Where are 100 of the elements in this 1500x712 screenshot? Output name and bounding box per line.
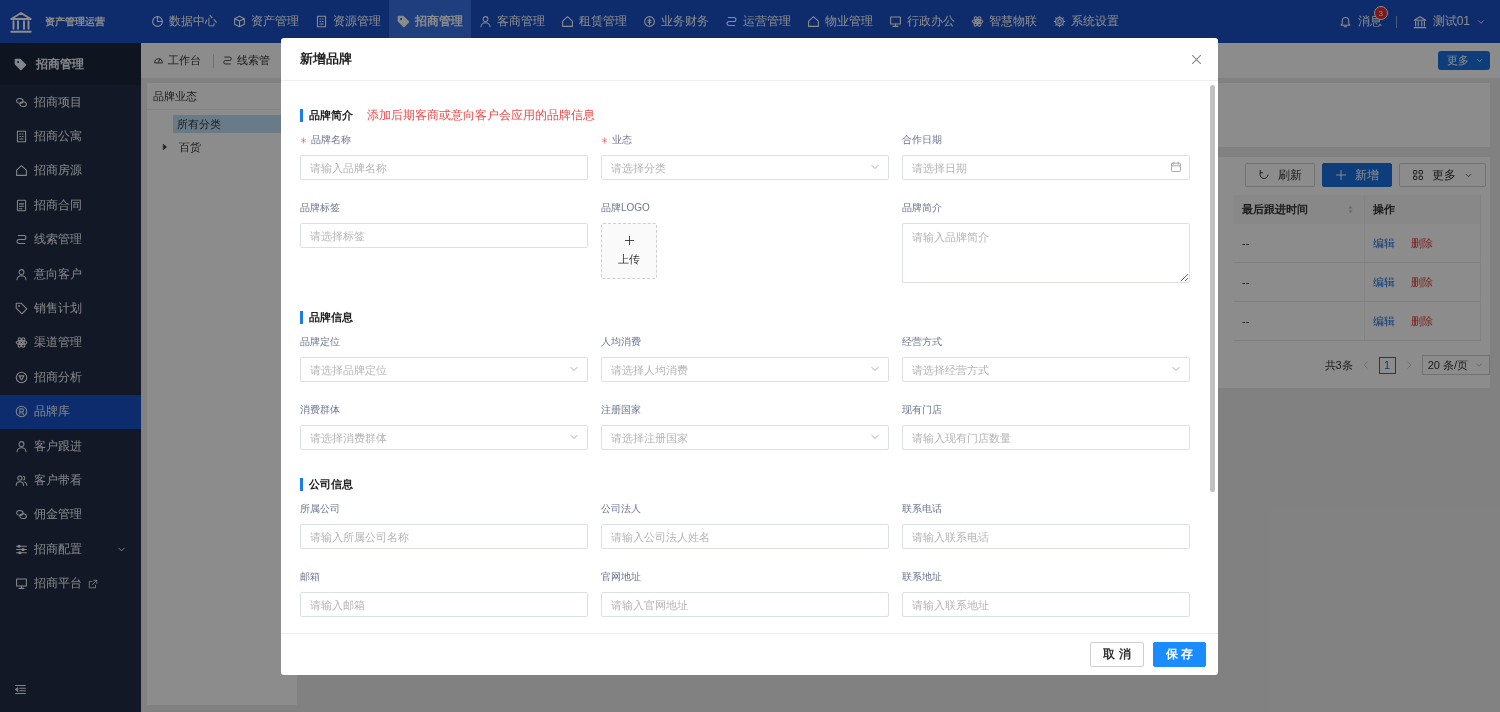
tab[interactable]: 线索管 [222,53,270,68]
nav-item[interactable]: 资产管理 [225,0,307,43]
sidebar-item[interactable]: 渠道管理 [0,325,141,361]
input-field[interactable]: 请输入邮箱 [300,592,588,617]
app-title: 资产管理运营 [45,14,105,29]
input-field[interactable]: 请选择标签 [300,223,588,248]
tag-icon [14,57,27,71]
input-field[interactable]: 请输入现有门店数量 [902,425,1190,450]
dialog-title: 新增品牌 [300,50,352,68]
monitor-icon [15,577,28,591]
nav-item[interactable]: 智慧物联 [963,0,1045,43]
grid-icon [1412,169,1424,181]
sidebar-item[interactable]: 品牌库 [0,394,141,429]
house-icon [15,164,28,178]
pie-chart-icon [151,15,164,28]
delete-link[interactable]: 删除 [1411,313,1433,329]
route-icon [15,233,28,247]
scrollbar[interactable] [1210,85,1215,492]
section-title: 公司信息 [300,477,353,491]
external-link-icon [88,578,98,589]
cancel-button[interactable]: 取 消 [1090,642,1144,667]
select-field[interactable]: 请选择分类 [601,155,889,180]
nav-item[interactable]: 行政办公 [881,0,963,43]
edit-link[interactable]: 编辑 [1373,313,1395,329]
nav-item[interactable]: 运营管理 [717,0,799,43]
field-label: 所属公司 [300,502,340,516]
sidebar-item[interactable]: 销售计划 [0,291,141,326]
textarea-field[interactable]: 请输入品牌简介 [902,223,1190,283]
close-icon[interactable] [1190,52,1203,66]
page-size-select[interactable]: 20 条/页 [1421,355,1490,375]
sidebar-item[interactable]: 招商分析 [0,360,141,395]
field-label: 联系电话 [902,502,942,516]
building-icon [315,15,328,28]
field-label: 品牌标签 [300,201,340,215]
input-field[interactable]: 请输入公司法人姓名 [601,524,889,549]
input-field[interactable]: 请输入联系电话 [902,524,1190,549]
nav-item[interactable]: 系统设置 [1045,0,1127,43]
field-label: 现有门店 [902,403,942,417]
field-label: 人均消费 [601,335,641,349]
select-field[interactable]: 请选择人均消费 [601,357,889,382]
sidebar-item[interactable]: 意向客户 [0,256,141,292]
house-icon [807,15,820,28]
sidebar-item[interactable]: 招商项目 [0,85,141,120]
input-field[interactable]: 请输入官网地址 [601,592,889,617]
input-field[interactable]: 请输入品牌名称 [300,155,588,180]
sidebar-item[interactable]: 线索管理 [0,222,141,257]
date-picker[interactable]: 请选择日期 [902,155,1190,180]
tab[interactable]: 工作台 [153,53,201,68]
nav-item[interactable]: 租赁管理 [553,0,635,43]
sidebar-item[interactable]: 招商房源 [0,153,141,189]
sliders-icon [15,542,28,556]
nav-item[interactable]: 物业管理 [799,0,881,43]
field-label: 品牌LOGO [601,201,650,215]
sidebar-item[interactable]: 佣金管理 [0,497,141,533]
user-menu[interactable]: 测试01 [1412,13,1486,30]
more-button[interactable]: 更多 [1438,51,1490,70]
nav-item[interactable]: 数据中心 [143,0,225,43]
field-label: 注册国家 [601,403,641,417]
delete-link[interactable]: 删除 [1411,274,1433,290]
nav-item[interactable]: 业务财务 [635,0,717,43]
input-field[interactable]: 请输入所属公司名称 [300,524,588,549]
field-label: 消费群体 [300,403,340,417]
registered-icon [15,405,28,419]
delete-link[interactable]: 删除 [1411,235,1433,251]
field-label: 邮箱 [300,570,320,584]
chevron-down-icon [1475,56,1484,65]
sidebar-item[interactable]: 招商配置 [0,532,141,567]
route-icon [725,15,738,28]
sidebar-item[interactable]: 招商平台 [0,566,141,601]
house-icon [561,15,574,28]
input-field[interactable]: 请输入联系地址 [902,592,1190,617]
user-icon [479,15,492,28]
select-field[interactable]: 请选择经营方式 [902,357,1190,382]
page-button[interactable]: 1 [1378,356,1396,374]
upload-button[interactable]: 上传 [601,223,657,279]
tree-node[interactable]: 百货 [159,138,297,156]
user-icon [15,267,28,281]
nav-item[interactable]: 资源管理 [307,0,389,43]
nav-item[interactable]: 客商管理 [471,0,553,43]
atom-icon [971,15,984,28]
sidebar-item[interactable]: 招商公寓 [0,119,141,154]
tag-icon [15,302,28,316]
edit-link[interactable]: 编辑 [1373,274,1395,290]
refresh-button[interactable]: 刷新 [1245,163,1315,187]
save-button[interactable]: 保 存 [1152,642,1206,667]
select-field[interactable]: 请选择注册国家 [601,425,889,450]
coins-icon [15,508,28,522]
add-button[interactable]: 新增 [1322,163,1392,187]
sidebar-item[interactable]: 客户带看 [0,463,141,498]
select-field[interactable]: 请选择品牌定位 [300,357,588,382]
circle-icon [15,370,28,384]
calendar-icon [1170,161,1182,173]
sidebar-item[interactable]: 招商合同 [0,188,141,223]
edit-link[interactable]: 编辑 [1373,235,1395,251]
document-icon [15,198,28,212]
select-field[interactable]: 请选择消费群体 [300,425,588,450]
more-button[interactable]: 更多 [1399,163,1486,187]
column-header: 操作 [1364,195,1481,224]
caret-right-icon[interactable] [161,143,169,151]
menu-fold-icon[interactable] [14,683,27,696]
